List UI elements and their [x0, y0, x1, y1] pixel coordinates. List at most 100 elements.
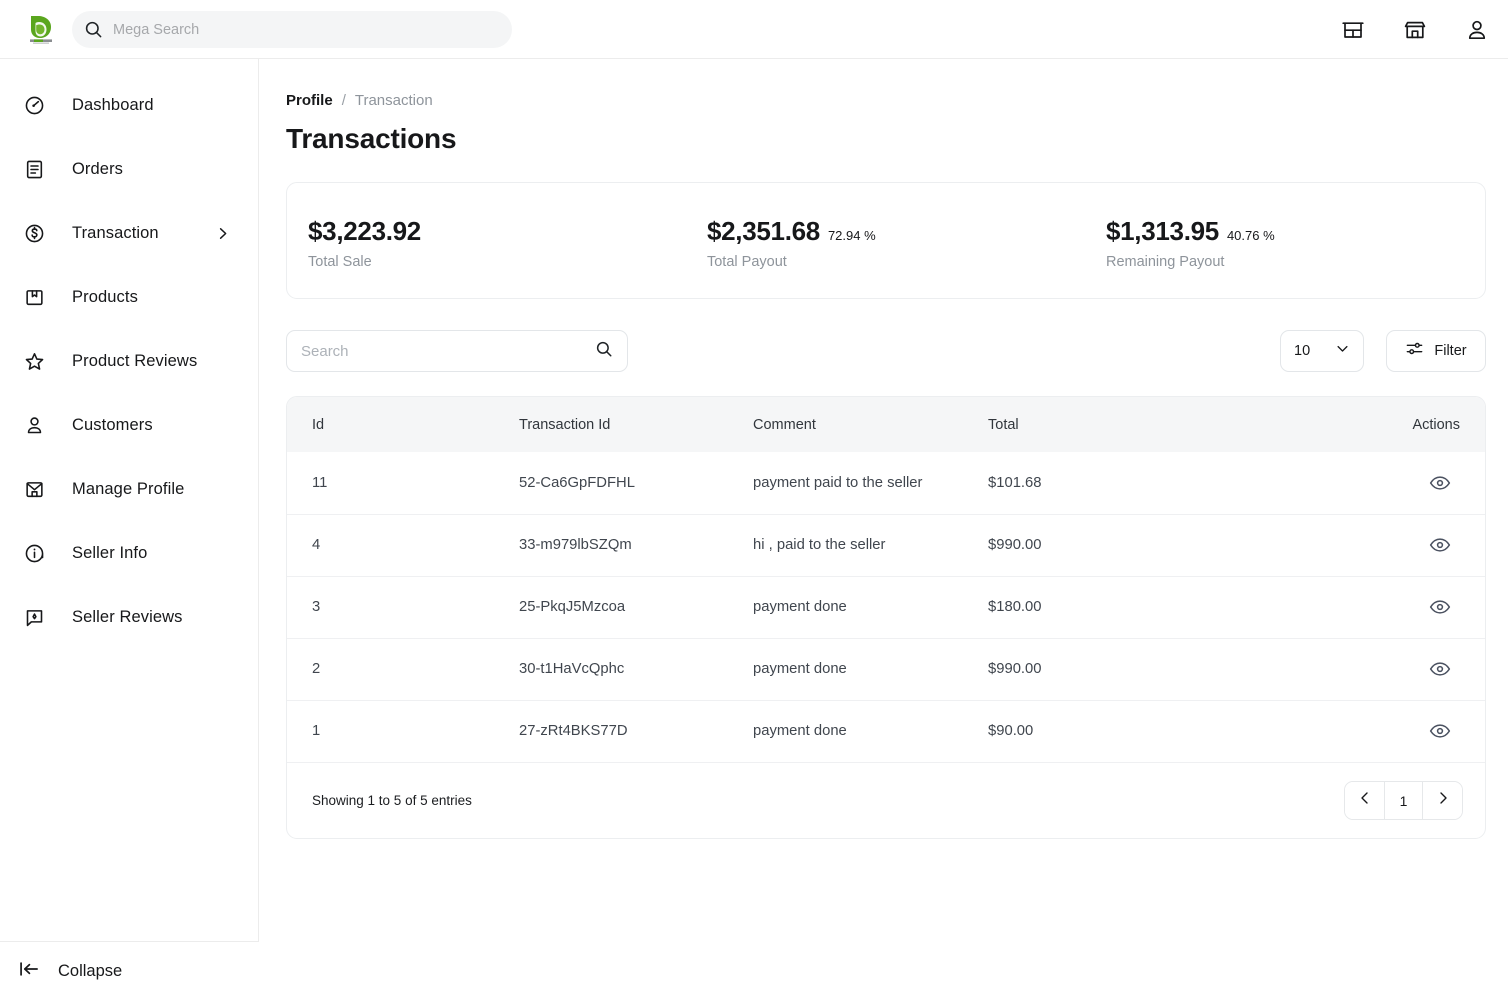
- chevron-right-icon[interactable]: [215, 226, 230, 241]
- cell-total: $990.00: [988, 537, 1042, 553]
- sidebar-nav: Dashboard Orders Transaction Products Pr…: [0, 59, 258, 649]
- search-icon: [84, 20, 103, 39]
- sidebar: Dashboard Orders Transaction Products Pr…: [0, 59, 259, 1000]
- stat-percent: 72.94 %: [827, 227, 876, 243]
- toolbar-right-controls: 10 Filter: [1280, 330, 1486, 372]
- column-header-total[interactable]: Total: [988, 397, 1388, 452]
- cell-total: $990.00: [988, 661, 1042, 677]
- cell-transaction-id: 25-PkqJ5Mzcoa: [519, 599, 626, 615]
- collapse-left-arrow-icon: [18, 960, 40, 983]
- cell-comment: hi , paid to the seller: [753, 537, 886, 553]
- stat-total-payout: $2,351.68 72.94 % Total Payout: [707, 212, 1106, 270]
- cell-id: 4: [312, 537, 321, 553]
- transactions-table-card: Id Transaction Id Comment Total Actions …: [286, 396, 1486, 839]
- table-row[interactable]: 3 25-PkqJ5Mzcoa payment done $180.00: [287, 576, 1485, 638]
- table-row[interactable]: 4 33-m979lbSZQm hi , paid to the seller …: [287, 514, 1485, 576]
- per-page-select[interactable]: 10: [1280, 330, 1364, 372]
- table-head: Id Transaction Id Comment Total Actions: [287, 397, 1485, 452]
- per-page-value: 10: [1294, 343, 1311, 359]
- stat-label: Remaining Payout: [1105, 253, 1225, 270]
- eye-icon[interactable]: [1429, 472, 1451, 494]
- sidebar-item-seller-info[interactable]: Seller Info: [0, 521, 258, 585]
- pagination-prev-button[interactable]: [1345, 782, 1384, 819]
- main-content: Profile / Transaction Transactions $3,22…: [260, 59, 1508, 1000]
- column-header-actions: Actions: [1412, 416, 1460, 433]
- stat-value: $2,351.68: [706, 215, 820, 246]
- cell-transaction-id: 52-Ca6GpFDFHL: [519, 474, 635, 491]
- table-toolbar: 10 Filter: [286, 330, 1486, 372]
- cell-actions: [1388, 576, 1485, 638]
- sidebar-item-product-reviews[interactable]: Product Reviews: [0, 329, 258, 393]
- table-row[interactable]: 11 52-Ca6GpFDFHL payment paid to the sel…: [287, 452, 1485, 514]
- page-title: Transactions: [286, 123, 457, 154]
- search-icon[interactable]: [595, 340, 613, 363]
- filter-label: Filter: [1434, 343, 1467, 359]
- cell-comment: payment paid to the seller: [753, 474, 923, 491]
- sidebar-item-manage-profile[interactable]: Manage Profile: [0, 457, 258, 521]
- pagination-next-button[interactable]: [1423, 782, 1462, 819]
- breadcrumb-current: Transaction: [354, 92, 433, 109]
- mega-search-input[interactable]: [113, 21, 463, 38]
- sidebar-item-label: Product Reviews: [72, 351, 198, 370]
- cell-actions: [1388, 638, 1485, 700]
- table-row[interactable]: 1 27-zRt4BKS77D payment done $90.00: [287, 700, 1485, 762]
- cell-transaction-id: 33-m979lbSZQm: [519, 537, 632, 553]
- mega-search-bar[interactable]: [72, 11, 512, 48]
- cell-actions: [1388, 700, 1485, 762]
- table-footer: Showing 1 to 5 of 5 entries 1: [287, 762, 1485, 838]
- cell-comment: payment done: [753, 723, 847, 740]
- column-header-transaction-id[interactable]: Transaction Id: [519, 397, 753, 452]
- breadcrumb-parent[interactable]: Profile: [286, 92, 333, 109]
- storefront-icon[interactable]: [1340, 17, 1366, 43]
- sidebar-item-label: Manage Profile: [72, 479, 185, 498]
- pagination-page-1[interactable]: 1: [1384, 782, 1423, 819]
- cell-transaction-id: 30-t1HaVcQphc: [519, 661, 625, 677]
- collapse-label: Collapse: [58, 961, 123, 980]
- stat-total-sale: $3,223.92 Total Sale: [308, 212, 707, 270]
- brand-logo[interactable]: [12, 6, 72, 52]
- collapse-sidebar-button[interactable]: Collapse: [0, 941, 259, 1000]
- chevron-down-icon: [1335, 341, 1350, 361]
- sidebar-item-label: Seller Reviews: [72, 607, 183, 626]
- cell-total: $90.00: [988, 723, 1034, 740]
- stat-percent: 40.76 %: [1226, 227, 1275, 243]
- search-input[interactable]: [301, 342, 595, 360]
- top-bar: [0, 0, 1508, 59]
- summary-stats-card: $3,223.92 Total Sale $2,351.68 72.94 % T…: [286, 182, 1486, 299]
- sidebar-item-label: Products: [72, 287, 138, 306]
- sidebar-item-customers[interactable]: Customers: [0, 393, 258, 457]
- sidebar-item-dashboard[interactable]: Dashboard: [0, 73, 258, 137]
- user-account-icon[interactable]: [1464, 17, 1490, 43]
- sidebar-item-products[interactable]: Products: [0, 265, 258, 329]
- table-row[interactable]: 2 30-t1HaVcQphc payment done $990.00: [287, 638, 1485, 700]
- cell-id: 3: [312, 599, 321, 615]
- profile-envelope-icon: [22, 479, 46, 500]
- breadcrumb-separator: /: [341, 92, 346, 109]
- sidebar-item-seller-reviews[interactable]: Seller Reviews: [0, 585, 258, 649]
- cell-transaction-id: 27-zRt4BKS77D: [519, 723, 628, 740]
- pagination: 1: [1344, 781, 1463, 820]
- search-field[interactable]: [286, 330, 628, 372]
- column-header-id[interactable]: Id: [287, 397, 519, 452]
- filter-sliders-icon: [1405, 339, 1424, 363]
- stat-label: Total Sale: [308, 253, 372, 270]
- transactions-table: Id Transaction Id Comment Total Actions …: [287, 397, 1485, 762]
- review-message-icon: [22, 607, 46, 628]
- table-body: 11 52-Ca6GpFDFHL payment paid to the sel…: [287, 452, 1485, 762]
- filter-button[interactable]: Filter: [1386, 330, 1486, 372]
- eye-icon[interactable]: [1429, 720, 1451, 742]
- sidebar-item-label: Transaction: [72, 223, 159, 242]
- stat-label: Total Payout: [706, 253, 787, 270]
- products-box-icon: [22, 287, 46, 308]
- cell-comment: payment done: [753, 599, 847, 615]
- eye-icon[interactable]: [1429, 534, 1451, 556]
- shop-icon[interactable]: [1402, 17, 1428, 43]
- stat-value: $3,223.92: [308, 215, 421, 246]
- showing-entries-text: Showing 1 to 5 of 5 entries: [312, 793, 472, 808]
- cell-actions: [1388, 452, 1485, 514]
- eye-icon[interactable]: [1429, 658, 1451, 680]
- sidebar-item-orders[interactable]: Orders: [0, 137, 258, 201]
- eye-icon[interactable]: [1429, 596, 1451, 618]
- sidebar-item-transaction[interactable]: Transaction: [0, 201, 258, 265]
- column-header-comment[interactable]: Comment: [753, 397, 988, 452]
